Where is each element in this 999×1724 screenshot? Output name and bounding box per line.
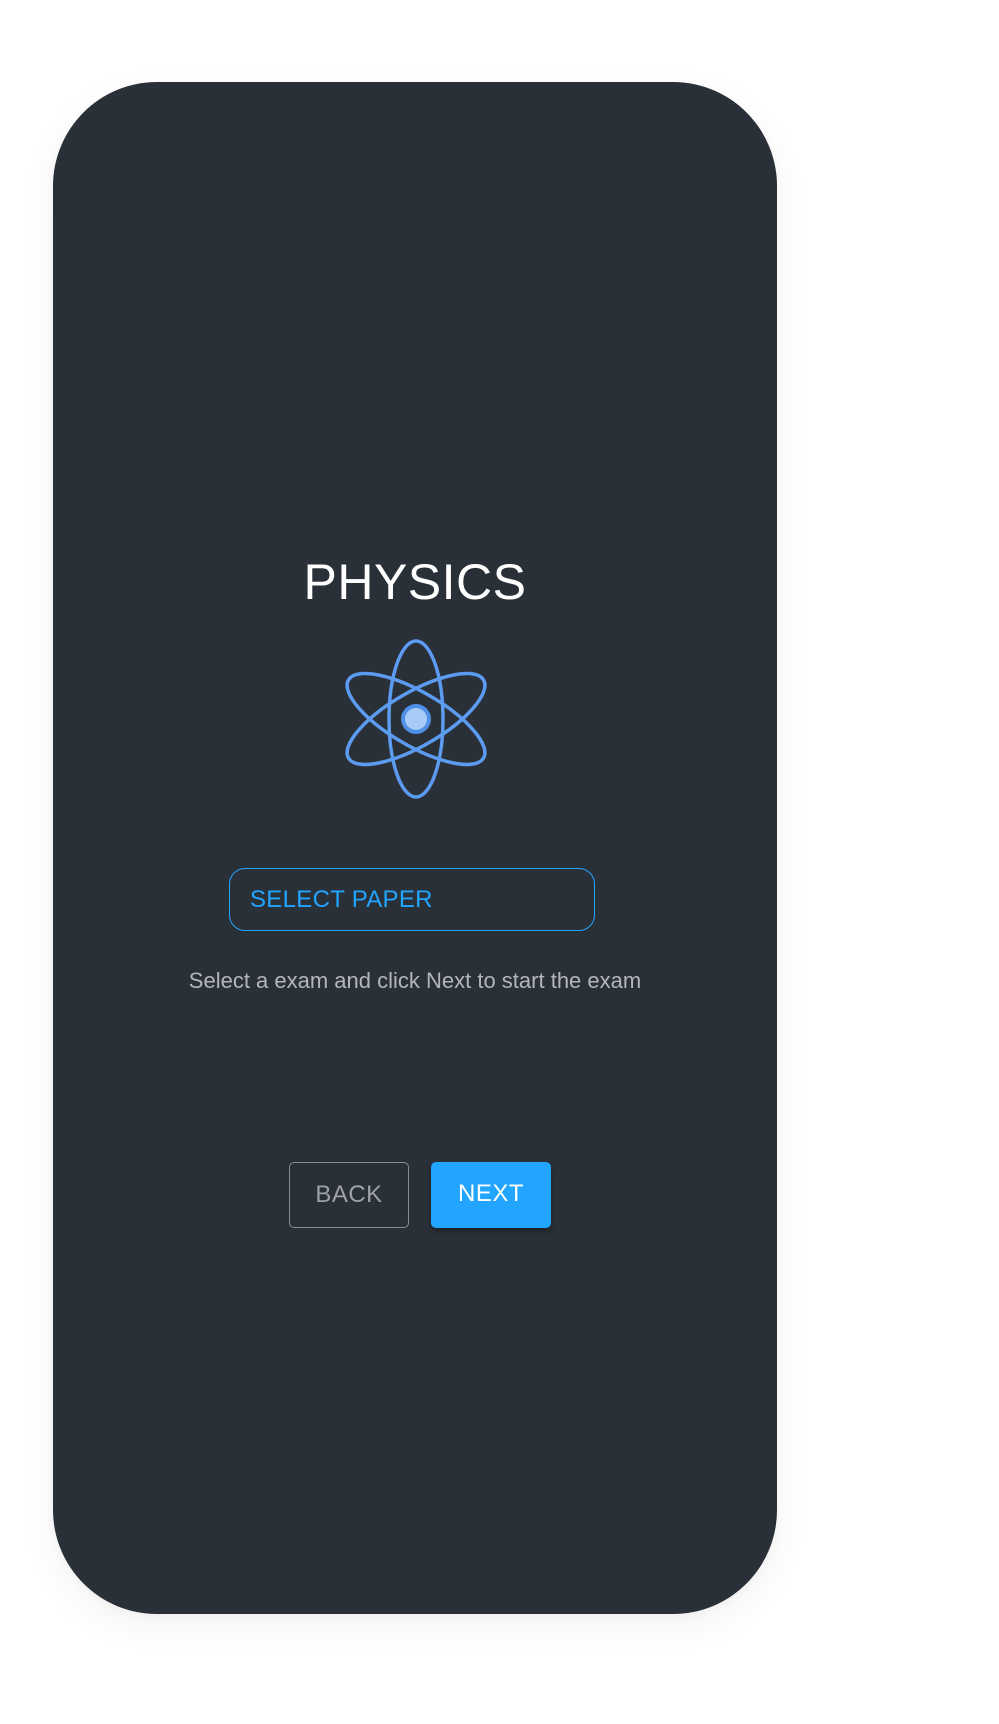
instruction-text: Select a exam and click Next to start th…: [188, 968, 642, 993]
back-button[interactable]: BACK: [289, 1162, 409, 1228]
page-background: PHYSICS SELECT PAPER Select a exam and c…: [0, 0, 999, 1724]
next-button[interactable]: NEXT: [431, 1162, 551, 1228]
atom-icon: [345, 639, 487, 799]
phone-screen: PHYSICS SELECT PAPER Select a exam and c…: [53, 82, 777, 1614]
select-paper-dropdown[interactable]: SELECT PAPER: [229, 868, 595, 931]
select-paper-label: SELECT PAPER: [250, 886, 433, 913]
subject-title: PHYSICS: [303, 554, 527, 610]
